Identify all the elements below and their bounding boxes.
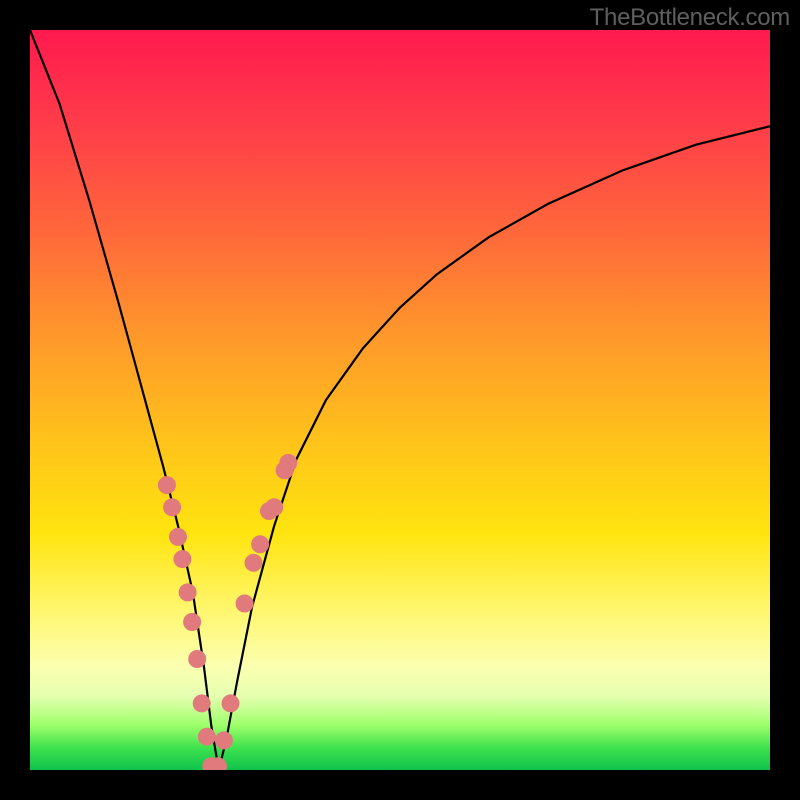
plot-area — [30, 30, 770, 770]
marker-dot — [169, 528, 187, 546]
marker-dot — [245, 554, 263, 572]
marker-dot — [215, 731, 233, 749]
marker-dot — [236, 595, 254, 613]
marker-dot — [158, 476, 176, 494]
marker-dot — [265, 498, 283, 516]
watermark-text: TheBottleneck.com — [590, 4, 790, 32]
marker-dot — [279, 454, 297, 472]
marker-dot — [222, 694, 240, 712]
marker-dot — [173, 550, 191, 568]
chart-frame: TheBottleneck.com — [0, 0, 800, 800]
data-dots — [158, 454, 297, 770]
marker-dot — [251, 535, 269, 553]
curve-svg — [30, 30, 770, 770]
marker-dot — [198, 728, 216, 746]
bottleneck-curve — [30, 30, 770, 770]
marker-dot — [193, 694, 211, 712]
marker-dot — [188, 650, 206, 668]
marker-dot — [179, 583, 197, 601]
marker-dot — [183, 613, 201, 631]
marker-dot — [163, 498, 181, 516]
